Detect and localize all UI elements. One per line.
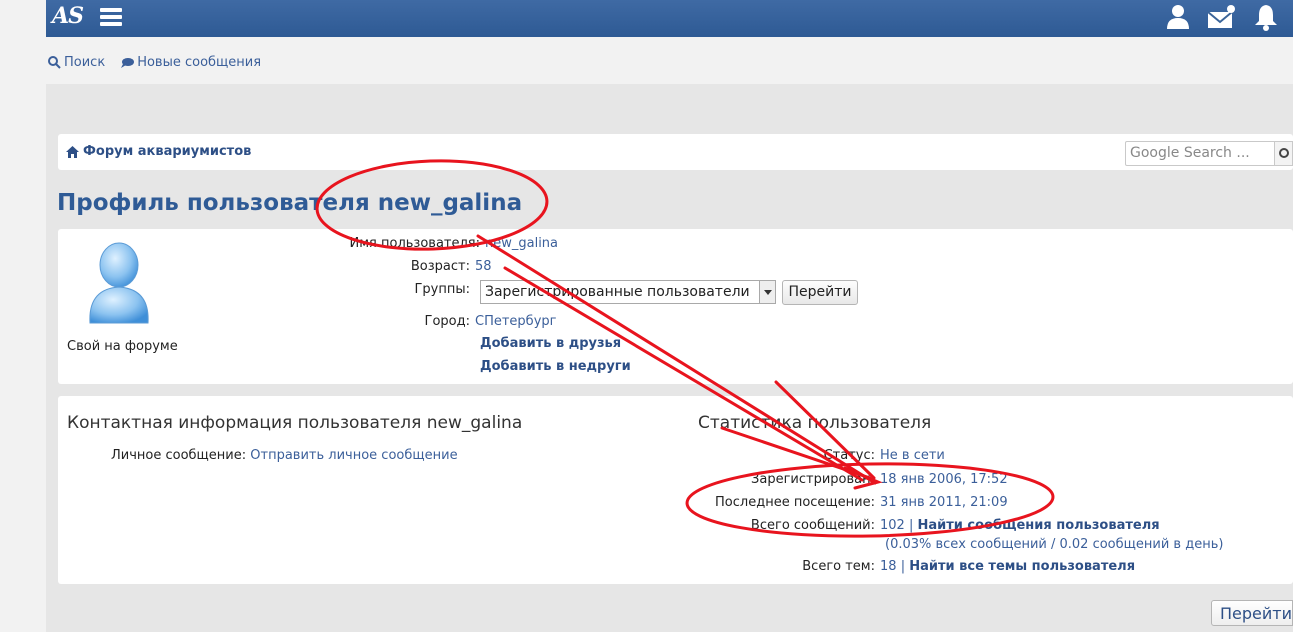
mail-icon[interactable] xyxy=(1207,3,1237,31)
profile-panel: Свой на форуме xyxy=(58,229,1293,384)
top-navbar: AS xyxy=(46,0,1293,37)
groups-select-value: Зарегистрированные пользователи xyxy=(485,284,750,300)
age-value: 58 xyxy=(475,259,492,274)
topics-count: 18 xyxy=(880,559,897,574)
status-label: Статус: xyxy=(823,448,875,463)
contact-section-title: Контактная информация пользователя new_g… xyxy=(67,413,523,433)
stats-section-title: Статистика пользователя xyxy=(698,413,932,433)
registered-label: Зарегистрирован: xyxy=(751,472,875,487)
search-link[interactable]: Поиск xyxy=(48,55,105,70)
city-row: Город: СПетербург xyxy=(310,314,557,329)
breadcrumb-home-link[interactable]: Форум аквариумистов xyxy=(66,144,251,159)
groups-row: Группы: xyxy=(310,282,475,297)
last-visit-value: 31 янв 2011, 21:09 xyxy=(880,495,1008,510)
city-value: СПетербург xyxy=(475,314,557,329)
new-posts-link-label: Новые сообщения xyxy=(137,55,262,70)
avatar-icon xyxy=(89,242,149,324)
username-value[interactable]: new_galina xyxy=(485,236,558,251)
site-logo[interactable]: AS xyxy=(52,3,84,29)
username-label: Имя пользователя: xyxy=(349,236,480,251)
username-row: Имя пользователя: new_galina xyxy=(320,236,559,251)
home-icon xyxy=(66,145,79,158)
posts-separator: | xyxy=(908,518,914,533)
search-icon xyxy=(1279,148,1289,158)
bell-icon[interactable] xyxy=(1253,3,1279,31)
city-label: Город: xyxy=(424,314,470,329)
hamburger-menu-icon[interactable] xyxy=(100,8,122,26)
topics-row: Всего тем: 18 | Найти все темы пользовате… xyxy=(715,559,1135,574)
chevron-down-icon[interactable] xyxy=(759,281,775,303)
new-posts-link[interactable]: Новые сообщения xyxy=(121,55,261,70)
find-posts-link[interactable]: Найти сообщения пользователя xyxy=(918,518,1160,533)
page-title: Профиль пользователя new_galina xyxy=(57,190,523,216)
user-icon[interactable] xyxy=(1165,3,1191,31)
search-icon xyxy=(48,56,61,69)
registered-row: Зарегистрирован: 18 янв 2006, 17:52 xyxy=(715,472,1008,487)
registered-value: 18 янв 2006, 17:52 xyxy=(880,472,1008,487)
pm-row: Личное сообщение: Отправить личное сообщ… xyxy=(111,448,458,463)
topics-label: Всего тем: xyxy=(802,559,875,574)
last-visit-label: Последнее посещение: xyxy=(715,495,875,510)
send-pm-link[interactable]: Отправить личное сообщение xyxy=(250,448,457,463)
google-search-input[interactable]: Google Search ... xyxy=(1125,141,1275,166)
age-label: Возраст: xyxy=(410,259,470,274)
find-topics-link[interactable]: Найти все темы пользователя xyxy=(909,559,1135,574)
breadcrumb-home-label: Форум аквариумистов xyxy=(83,144,252,159)
jump-go-button[interactable]: Перейти xyxy=(1211,600,1293,626)
add-foe-link[interactable]: Добавить в недруги xyxy=(480,359,631,374)
user-rank: Свой на форуме xyxy=(67,339,178,354)
age-row: Возраст: 58 xyxy=(310,259,492,274)
sub-navigation: Поиск Новые сообщения xyxy=(48,55,261,70)
search-link-label: Поиск xyxy=(64,55,106,70)
posts-count: 102 xyxy=(880,518,905,533)
groups-label: Группы: xyxy=(414,282,470,297)
groups-select[interactable]: Зарегистрированные пользователи xyxy=(480,280,776,304)
groups-go-button[interactable]: Перейти xyxy=(782,280,858,305)
posts-row: Всего сообщений: 102 | Найти сообщения по… xyxy=(715,518,1160,533)
topics-separator: | xyxy=(900,559,906,574)
posts-label: Всего сообщений: xyxy=(750,518,875,533)
breadcrumb: Форум аквариумистов Google Search ... xyxy=(58,134,1293,170)
posts-detail: (0.03% всех сообщений / 0.02 сообщений в… xyxy=(885,537,1224,552)
add-friend-link[interactable]: Добавить в друзья xyxy=(480,336,621,351)
status-row: Статус: Не в сети xyxy=(715,448,945,463)
status-value: Не в сети xyxy=(880,448,945,463)
pm-label: Личное сообщение: xyxy=(111,448,247,463)
google-search-button[interactable] xyxy=(1275,141,1293,166)
last-visit-row: Последнее посещение: 31 янв 2011, 21:09 xyxy=(715,495,1008,510)
speech-bubble-icon xyxy=(121,58,135,68)
